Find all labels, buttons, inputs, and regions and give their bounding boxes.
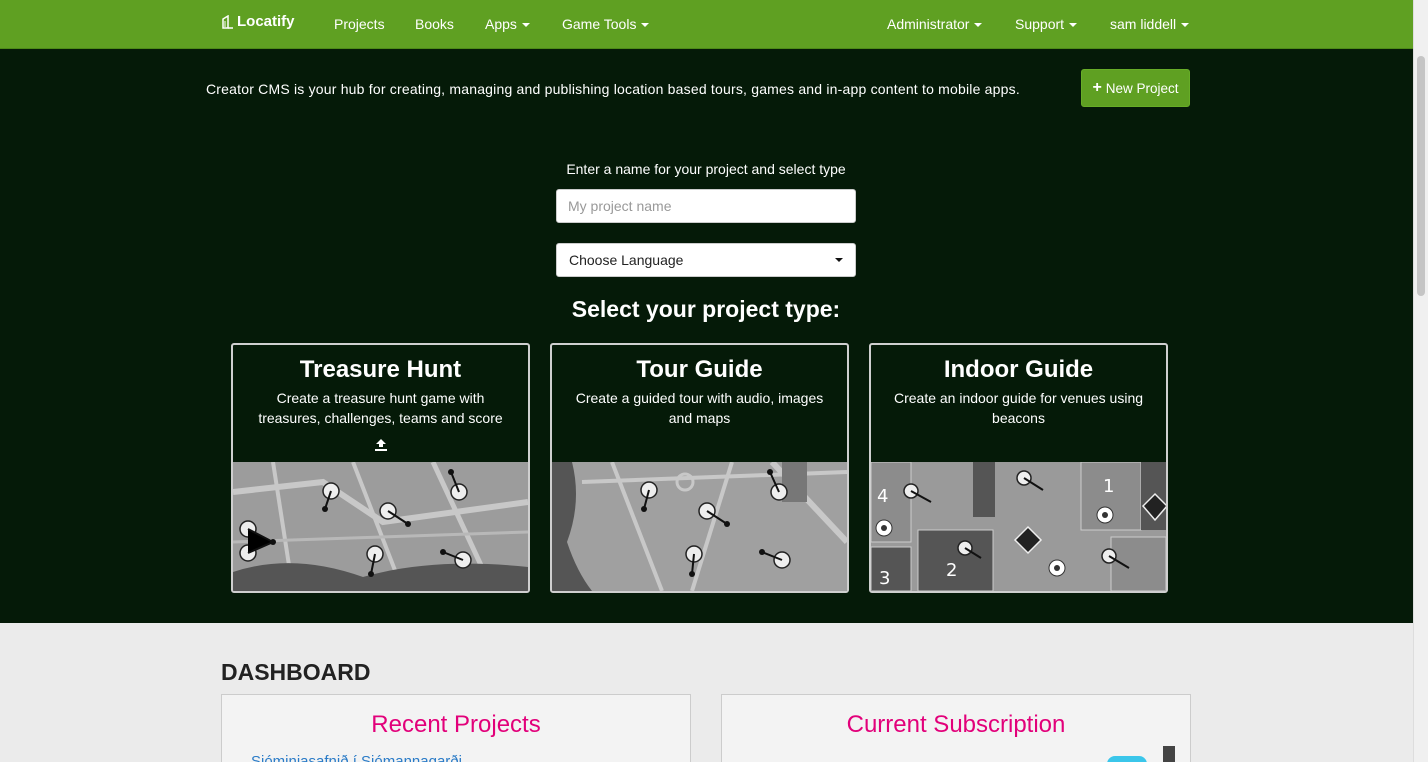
new-project-label: New Project <box>1105 80 1179 96</box>
select-project-type-heading: Select your project type: <box>571 296 841 322</box>
nav-apps-label: Apps <box>485 16 517 32</box>
nav-support-label: Support <box>1015 16 1065 32</box>
nav-administrator-dropdown[interactable]: Administrator <box>887 15 983 33</box>
recent-projects-panel: Recent Projects Sjóminjasafnið í Sjómann… <box>221 694 691 762</box>
svg-text:1: 1 <box>1103 476 1114 497</box>
recent-project-link[interactable]: Sjóminjasafnið í Sjómannagarði <box>251 753 462 762</box>
treasure-hunt-map-image <box>233 462 528 591</box>
caret-down-icon <box>835 258 843 262</box>
page-scrollbar[interactable] <box>1413 0 1428 762</box>
indoor-guide-floorplan-image: 4 1 3 2 <box>871 462 1166 591</box>
svg-text:2: 2 <box>946 560 957 581</box>
nav-support-dropdown[interactable]: Support <box>1015 15 1078 33</box>
dashboard-heading: DASHBOARD <box>221 659 371 685</box>
top-navbar: Locatify Projects Books Apps Game Tools … <box>0 0 1428 49</box>
caret-down-icon <box>1069 23 1078 28</box>
project-type-treasure-hunt[interactable]: Treasure Hunt Create a treasure hunt gam… <box>231 343 530 593</box>
current-subscription-title: Current Subscription <box>846 711 1066 738</box>
project-name-input[interactable] <box>556 189 856 223</box>
brand-name: Locatify <box>237 13 295 30</box>
subscription-bar <box>1163 746 1175 762</box>
caret-down-icon <box>641 23 650 28</box>
new-project-button[interactable]: + New Project <box>1081 69 1190 107</box>
svg-text:4: 4 <box>877 486 888 507</box>
language-select-value: Choose Language <box>569 252 684 268</box>
nav-books[interactable]: Books <box>415 15 454 33</box>
project-type-indoor-guide[interactable]: Indoor Guide Create an indoor guide for … <box>869 343 1168 593</box>
card-description: Create a guided tour with audio, images … <box>575 390 824 426</box>
recent-projects-title: Recent Projects <box>371 711 541 738</box>
nav-user-dropdown[interactable]: sam liddell <box>1110 15 1190 33</box>
card-title: Treasure Hunt <box>299 356 462 383</box>
brand-logo[interactable]: Locatify <box>221 13 295 30</box>
nav-apps-dropdown[interactable]: Apps <box>485 15 530 33</box>
nav-administrator-label: Administrator <box>887 16 970 32</box>
current-subscription-panel: Current Subscription <box>721 694 1191 762</box>
nav-projects[interactable]: Projects <box>334 15 385 33</box>
subscription-badge-icon <box>1107 756 1147 762</box>
nav-game-tools-dropdown[interactable]: Game Tools <box>562 15 650 33</box>
card-description: Create a treasure hunt game with treasur… <box>258 390 503 426</box>
scrollbar-thumb[interactable] <box>1417 56 1425 296</box>
upload-icon <box>375 439 387 451</box>
project-type-tour-guide[interactable]: Tour Guide Create a guided tour with aud… <box>550 343 849 593</box>
locatify-logo-icon <box>222 14 233 29</box>
card-title: Tour Guide <box>636 356 763 383</box>
nav-game-tools-label: Game Tools <box>562 16 637 32</box>
card-title: Indoor Guide <box>943 356 1094 383</box>
plus-icon: + <box>1092 79 1102 96</box>
nav-user-label: sam liddell <box>1110 16 1177 32</box>
svg-text:3: 3 <box>879 568 890 589</box>
tour-guide-map-image <box>552 462 847 591</box>
card-description: Create an indoor guide for venues using … <box>893 390 1144 426</box>
caret-down-icon <box>1181 23 1190 28</box>
language-select[interactable]: Choose Language <box>556 243 856 277</box>
caret-down-icon <box>521 23 530 28</box>
project-name-prompt: Enter a name for your project and select… <box>566 161 846 177</box>
new-project-hero: Creator CMS is your hub for creating, ma… <box>0 49 1428 623</box>
caret-down-icon <box>974 23 983 28</box>
intro-text: Creator CMS is your hub for creating, ma… <box>206 81 1020 97</box>
dashboard-section: DASHBOARD Recent Projects Sjóminjasafnið… <box>0 623 1428 762</box>
